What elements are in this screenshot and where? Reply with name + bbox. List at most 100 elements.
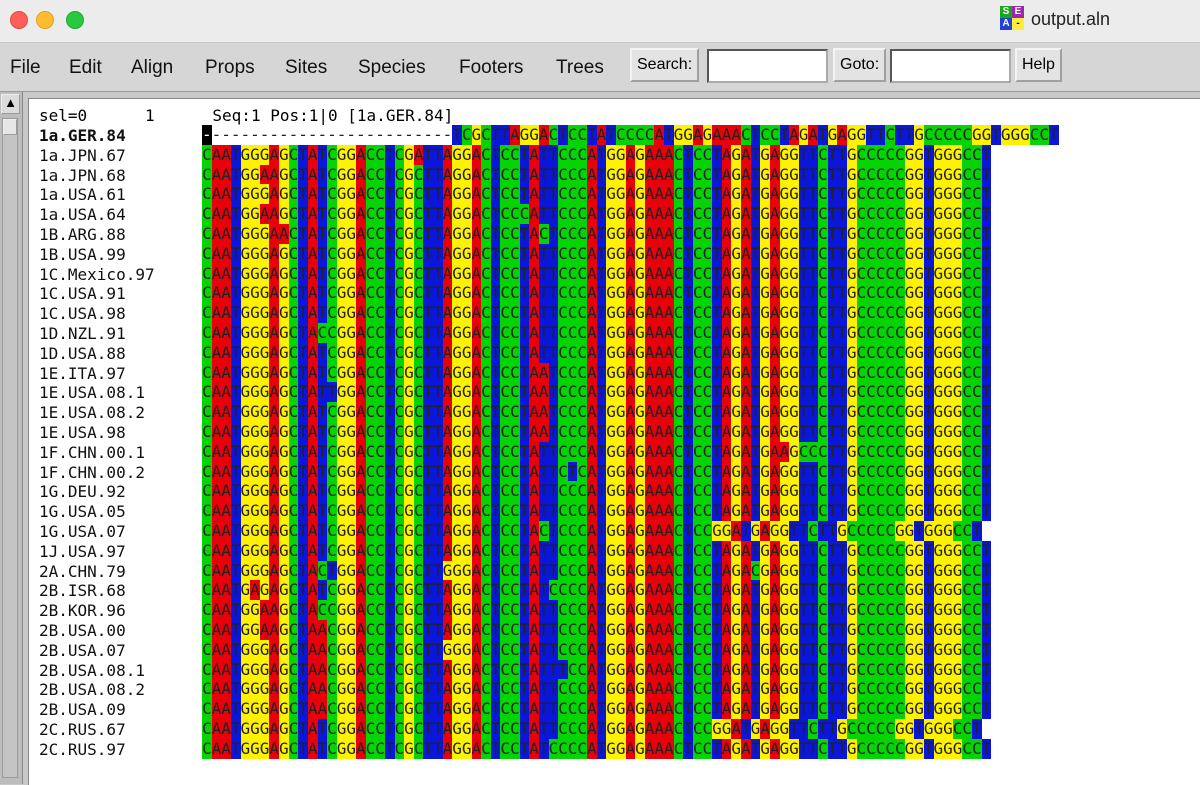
residue-cell[interactable]: C (866, 144, 876, 165)
residue-cell[interactable]: T (712, 441, 722, 462)
residue-cell[interactable]: C (365, 580, 375, 601)
residue-cell[interactable]: A (664, 402, 674, 422)
residue-cell[interactable]: T (750, 679, 760, 700)
residue-cell[interactable]: T (327, 560, 337, 581)
residue-cell[interactable]: A (721, 560, 731, 581)
residue-cell[interactable]: T (298, 461, 308, 482)
residue-cell[interactable]: T (538, 580, 549, 601)
residue-cell[interactable]: A (211, 461, 221, 482)
residue-cell[interactable]: T (298, 520, 308, 541)
residue-cell[interactable]: T (384, 204, 395, 224)
sequence-row[interactable]: CAATGGGAGCTATCGGACCTCGATTAGGACTCCTATTCCC… (202, 144, 1059, 165)
residue-cell[interactable]: T (384, 322, 395, 343)
residue-cell[interactable]: A (307, 699, 318, 719)
residue-cell[interactable]: G (279, 184, 289, 205)
residue-cell[interactable]: T (230, 699, 241, 719)
residue-cell[interactable]: A (529, 501, 539, 521)
residue-cell[interactable]: G (615, 421, 626, 442)
residue-cell[interactable]: G (952, 639, 962, 660)
residue-cell[interactable]: G (760, 263, 770, 284)
residue-cell[interactable]: G (404, 659, 414, 680)
residue-cell[interactable]: T (317, 481, 327, 502)
residue-cell[interactable]: C (500, 679, 510, 700)
residue-cell[interactable]: G (336, 540, 346, 561)
residue-cell[interactable]: G (461, 283, 472, 304)
residue-cell[interactable]: A (769, 402, 780, 422)
residue-cell[interactable]: C (875, 481, 885, 502)
residue-cell[interactable]: A (769, 204, 780, 224)
residue-cell[interactable]: G (846, 322, 857, 343)
residue-cell[interactable]: C (500, 421, 510, 442)
residue-cell[interactable]: G (789, 402, 799, 422)
sequence-row[interactable]: CAATGGGAGCTATCGGACCTCGCTTAGGACTCCTATTCCC… (202, 263, 1059, 284)
residue-cell[interactable]: G (279, 738, 289, 759)
residue-cell[interactable]: A (221, 184, 231, 205)
residue-cell[interactable]: G (259, 659, 269, 680)
residue-cell[interactable]: G (346, 322, 356, 343)
menu-edit[interactable]: Edit (69, 57, 102, 79)
residue-cell[interactable]: A (741, 738, 751, 759)
residue-cell[interactable]: T (827, 639, 837, 660)
residue-cell[interactable]: T (798, 600, 808, 620)
residue-cell[interactable]: T (519, 461, 529, 482)
residue-cell[interactable]: C (558, 223, 568, 244)
residue-cell[interactable]: A (211, 659, 221, 680)
residue-cell[interactable]: A (644, 164, 654, 185)
residue-cell[interactable]: G (452, 659, 462, 680)
residue-cell[interactable]: T (490, 600, 500, 620)
residue-cell[interactable]: G (336, 619, 346, 640)
residue-cell[interactable]: - (259, 125, 269, 145)
residue-cell[interactable]: G (336, 639, 346, 660)
residue-cell[interactable]: A (721, 421, 731, 442)
residue-cell[interactable]: G (779, 501, 789, 521)
residue-cell[interactable]: G (683, 125, 693, 145)
residue-cell[interactable]: A (654, 718, 664, 739)
residue-cell[interactable]: T (683, 441, 693, 462)
residue-cell[interactable]: A (625, 243, 635, 264)
residue-cell[interactable]: C (673, 223, 683, 244)
residue-cell[interactable]: C (702, 144, 712, 165)
residue-cell[interactable]: G (972, 125, 982, 145)
residue-cell[interactable]: G (461, 362, 472, 383)
residue-cell[interactable]: G (943, 481, 953, 502)
residue-cell[interactable]: T (423, 362, 433, 383)
residue-cell[interactable]: T (808, 481, 818, 502)
residue-cell[interactable]: T (606, 125, 616, 145)
residue-cell[interactable]: G (452, 263, 462, 284)
residue-cell[interactable]: G (731, 560, 741, 581)
residue-cell[interactable]: G (789, 382, 799, 403)
residue-cell[interactable]: G (635, 600, 645, 620)
residue-cell[interactable]: G (461, 600, 472, 620)
residue-cell[interactable]: T (923, 421, 934, 442)
residue-cell[interactable]: G (615, 441, 626, 462)
residue-cell[interactable]: G (461, 718, 472, 739)
residue-cell[interactable]: C (327, 718, 337, 739)
residue-cell[interactable]: C (692, 441, 703, 462)
residue-cell[interactable]: G (336, 223, 346, 244)
residue-cell[interactable]: G (250, 184, 260, 205)
residue-cell[interactable]: G (452, 283, 462, 304)
residue-cell[interactable]: A (587, 659, 597, 680)
residue-cell[interactable]: G (461, 421, 472, 442)
residue-cell[interactable]: A (538, 421, 549, 442)
residue-cell[interactable]: C (202, 342, 212, 363)
residue-cell[interactable]: T (923, 600, 934, 620)
residue-cell[interactable]: C (375, 263, 385, 284)
residue-cell[interactable]: A (356, 481, 366, 502)
residue-cell[interactable]: C (866, 560, 876, 581)
residue-cell[interactable]: T (548, 382, 558, 403)
residue-cell[interactable]: C (885, 520, 895, 541)
residue-cell[interactable]: G (933, 718, 943, 739)
residue-cell[interactable]: G (404, 481, 414, 502)
residue-cell[interactable]: C (481, 322, 491, 343)
residue-cell[interactable]: C (962, 600, 972, 620)
residue-cell[interactable]: A (529, 639, 539, 660)
residue-cell[interactable]: A (471, 481, 481, 502)
residue-cell[interactable]: T (490, 382, 500, 403)
residue-cell[interactable]: C (500, 699, 510, 719)
residue-cell[interactable]: T (981, 164, 991, 185)
residue-cell[interactable]: A (211, 600, 221, 620)
residue-cell[interactable]: C (972, 659, 982, 680)
residue-cell[interactable]: T (490, 461, 500, 482)
residue-cell[interactable]: T (981, 362, 991, 383)
